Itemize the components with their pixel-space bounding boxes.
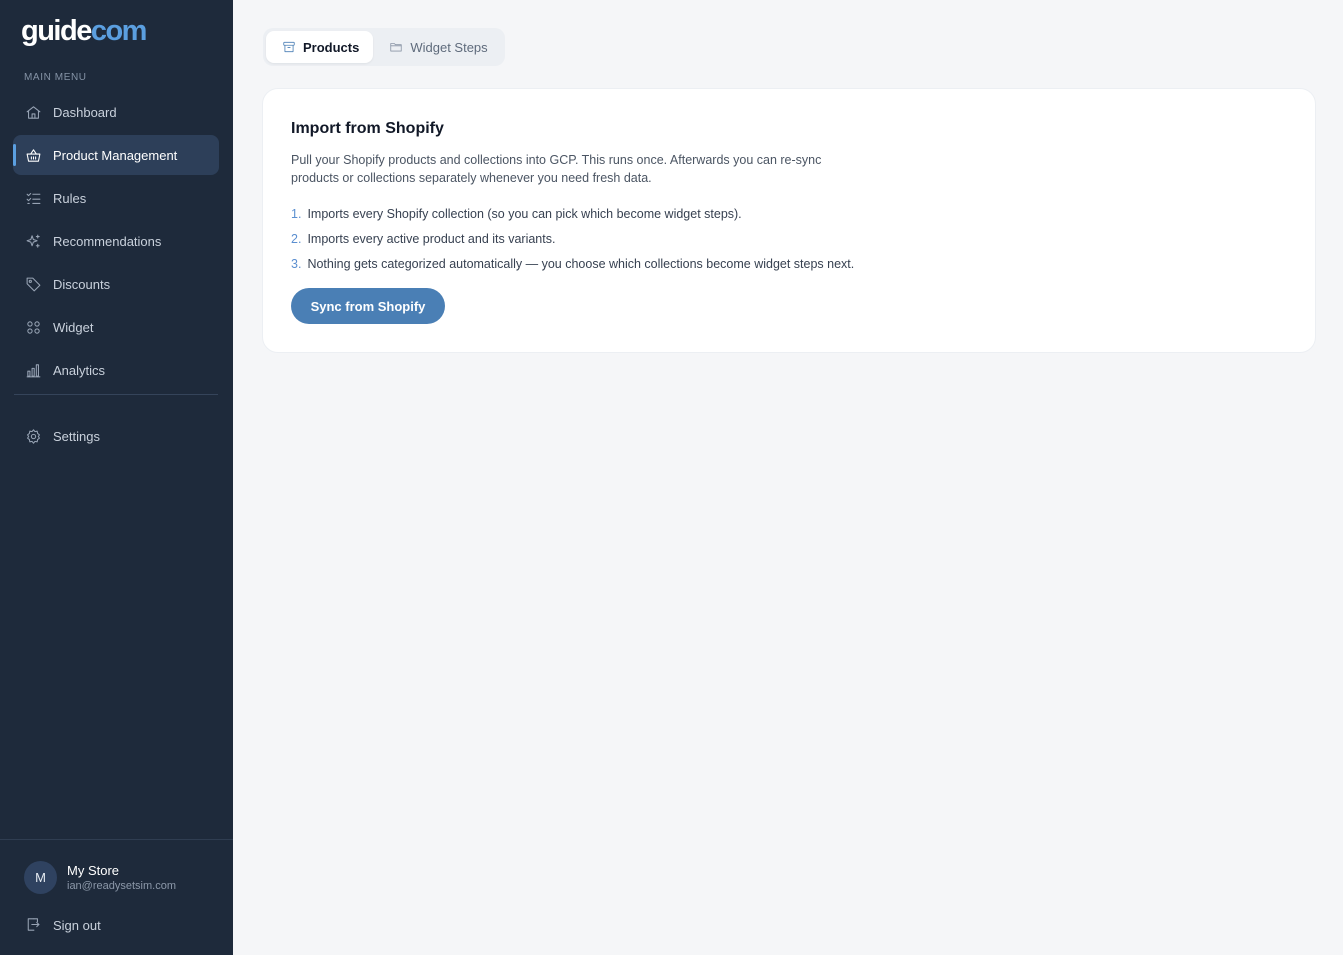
sign-out-label: Sign out — [53, 917, 101, 933]
tab-products[interactable]: Products — [266, 31, 374, 63]
tab-label: Products — [303, 39, 360, 55]
user-email: ian@readysetsim.com — [67, 879, 176, 892]
main-menu: Dashboard Product Management Rules Recom… — [13, 92, 219, 459]
sidebar-item-label: Settings — [53, 428, 100, 444]
grid-icon — [24, 318, 42, 336]
bar-chart-icon — [24, 361, 42, 379]
sidebar-divider — [14, 394, 218, 395]
product-tabs: Products Widget Steps — [263, 28, 505, 66]
import-steps-list: 1. Imports every Shopify collection (so y… — [291, 202, 854, 277]
tag-icon — [24, 275, 42, 293]
step-text: Nothing gets categorized automatically —… — [307, 257, 855, 271]
sidebar-item-recommendations[interactable]: Recommendations — [13, 221, 219, 261]
sidebar-item-label: Discounts — [53, 276, 111, 292]
list-item: 2. Imports every active product and its v… — [291, 227, 854, 252]
sidebar-item-label: Analytics — [53, 362, 106, 378]
logo-text-com: com — [90, 15, 148, 47]
logo-text-guide: guide — [21, 15, 92, 47]
sidebar-item-label: Recommendations — [53, 233, 162, 249]
import-from-shopify-card: Import from Shopify Pull your Shopify pr… — [262, 88, 1316, 353]
sidebar-item-product-management[interactable]: Product Management — [13, 135, 219, 175]
card-title: Import from Shopify — [291, 120, 444, 137]
sidebar-item-dashboard[interactable]: Dashboard — [13, 92, 219, 132]
sign-out-button[interactable]: Sign out — [24, 916, 101, 934]
home-icon — [24, 103, 42, 121]
sidebar-item-settings[interactable]: Settings — [13, 416, 219, 456]
profile-divider — [0, 839, 233, 840]
guidecom-logo[interactable]: guidecom — [21, 14, 148, 48]
tab-label: Widget Steps — [410, 39, 488, 55]
checklist-icon — [24, 189, 42, 207]
step-text: Imports every Shopify collection (so you… — [307, 207, 742, 221]
avatar: M — [24, 861, 57, 894]
main-menu-heading: MAIN MENU — [24, 72, 87, 83]
store-profile[interactable]: M My Store ian@readysetsim.com — [24, 861, 176, 894]
sidebar-item-label: Widget — [53, 319, 94, 335]
sync-from-shopify-button[interactable]: Sync from Shopify — [291, 288, 445, 324]
sidebar-item-widget[interactable]: Widget — [13, 307, 219, 347]
sidebar: guidecom MAIN MENU Dashboard Product Man… — [0, 0, 233, 955]
gear-icon — [24, 427, 42, 445]
sidebar-item-label: Dashboard — [53, 104, 117, 120]
step-number: 2. — [291, 232, 302, 246]
sparkles-icon — [24, 232, 42, 250]
profile-details: My Store ian@readysetsim.com — [67, 862, 176, 894]
store-name: My Store — [67, 862, 120, 878]
sidebar-item-analytics[interactable]: Analytics — [13, 350, 219, 390]
step-number: 3. — [291, 257, 302, 271]
box-icon — [282, 40, 296, 54]
folder-icon — [389, 40, 403, 54]
sidebar-item-label: Product Management — [53, 147, 178, 163]
sidebar-item-discounts[interactable]: Discounts — [13, 264, 219, 304]
card-description: Pull your Shopify products and collectio… — [291, 153, 822, 185]
basket-icon — [24, 146, 42, 164]
sign-out-icon — [24, 916, 42, 934]
step-text: Imports every active product and its var… — [307, 232, 556, 246]
tab-widget-steps[interactable]: Widget Steps — [373, 31, 501, 63]
list-item: 1. Imports every Shopify collection (so y… — [291, 202, 854, 227]
list-item: 3. Nothing gets categorized automatically… — [291, 252, 854, 277]
sidebar-item-rules[interactable]: Rules — [13, 178, 219, 218]
sidebar-item-label: Rules — [53, 190, 87, 206]
step-number: 1. — [291, 207, 302, 221]
